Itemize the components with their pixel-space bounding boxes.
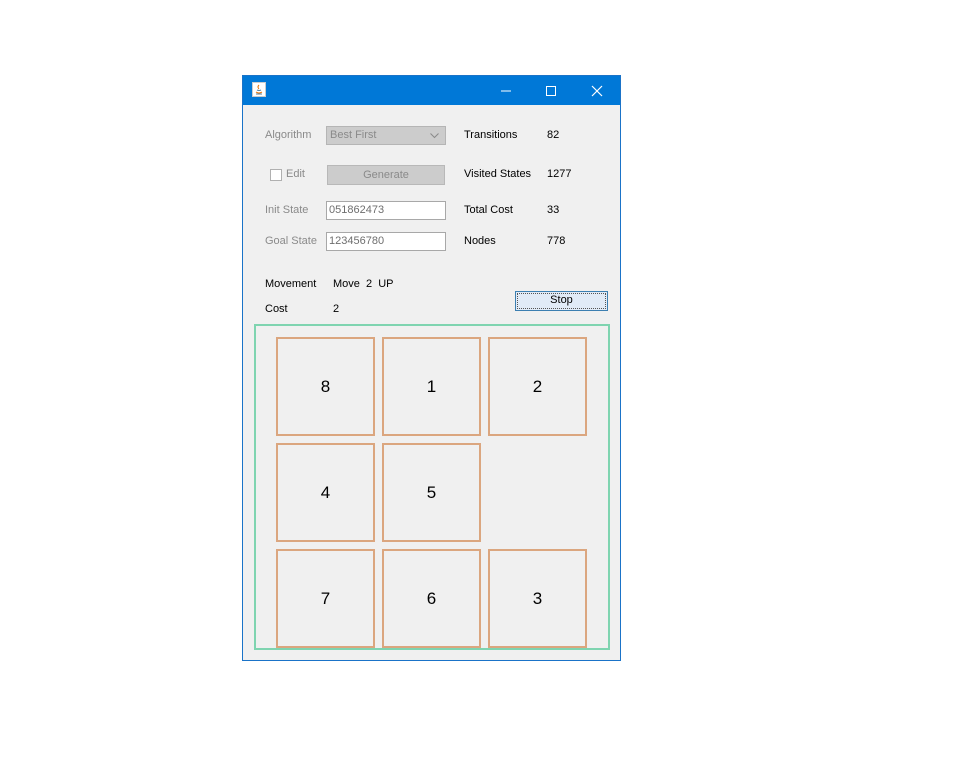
title-bar[interactable]	[243, 76, 620, 105]
algorithm-label: Algorithm	[265, 129, 312, 141]
goal-state-label: Goal State	[265, 235, 317, 247]
puzzle-tile[interactable]: 2	[488, 337, 587, 436]
visited-states-label: Visited States	[464, 168, 532, 180]
transitions-label: Transitions	[464, 129, 518, 141]
puzzle-tile[interactable]: 3	[488, 549, 587, 648]
movement-value: Move 2 UP	[333, 278, 394, 290]
init-state-field[interactable]: 051862473	[326, 201, 446, 220]
visited-states-value: 1277	[547, 168, 572, 180]
java-app-icon[interactable]	[252, 82, 266, 97]
nodes-label: Nodes	[464, 235, 496, 247]
generate-button[interactable]: Generate	[327, 165, 445, 185]
maximize-icon	[546, 86, 556, 96]
maximize-button[interactable]	[528, 76, 574, 105]
puzzle-tile[interactable]: 6	[382, 549, 481, 648]
puzzle-tile[interactable]: 8	[276, 337, 375, 436]
init-state-label: Init State	[265, 204, 309, 216]
puzzle-window: Algorithm Best First Edit Generate Init …	[242, 75, 621, 661]
puzzle-board: 8 1 2 4 5 7 6 3	[254, 324, 610, 650]
minimize-icon	[501, 90, 511, 92]
stop-button[interactable]: Stop	[515, 291, 608, 311]
chevron-down-icon	[430, 133, 439, 139]
close-button[interactable]	[574, 76, 620, 105]
puzzle-tile[interactable]: 4	[276, 443, 375, 542]
nodes-value: 778	[547, 235, 566, 247]
cost-value: 2	[333, 303, 340, 315]
cost-label: Cost	[265, 303, 288, 315]
algorithm-select[interactable]: Best First	[326, 126, 446, 145]
goal-state-field[interactable]: 123456780	[326, 232, 446, 251]
puzzle-tile[interactable]: 7	[276, 549, 375, 648]
algorithm-select-value: Best First	[330, 129, 377, 141]
movement-label: Movement	[265, 278, 317, 290]
edit-checkbox[interactable]	[270, 169, 282, 181]
puzzle-tile[interactable]: 5	[382, 443, 481, 542]
total-cost-value: 33	[547, 204, 560, 216]
total-cost-label: Total Cost	[464, 204, 513, 216]
transitions-value: 82	[547, 129, 560, 141]
minimize-button[interactable]	[483, 76, 529, 105]
edit-label: Edit	[286, 168, 305, 180]
close-icon	[591, 85, 603, 97]
puzzle-tile[interactable]: 1	[382, 337, 481, 436]
